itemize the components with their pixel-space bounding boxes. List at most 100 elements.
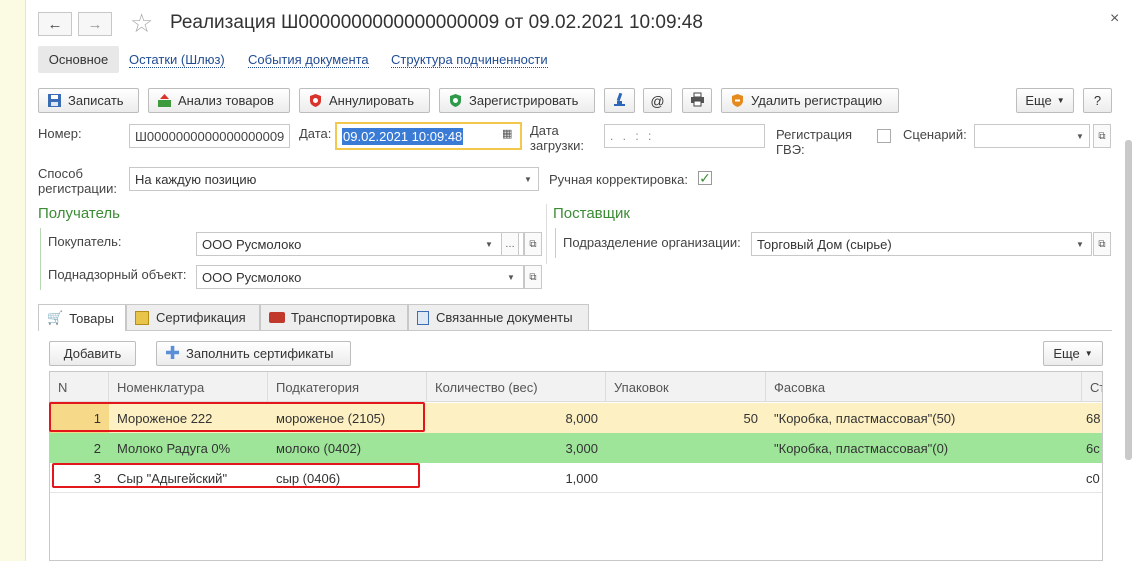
col-nomenclature[interactable]: Номенклатура <box>109 372 268 402</box>
buyer-dropdown-icon[interactable]: ▼ <box>480 232 498 256</box>
load-date-label-2: загрузки: <box>530 138 585 153</box>
scenario-open-icon[interactable]: ⧉ <box>1093 124 1111 148</box>
reg-gve-checkbox[interactable] <box>877 129 891 143</box>
reg-gve-label-1: Регистрация <box>776 127 852 142</box>
tab-related-docs[interactable]: Связанные документы <box>408 304 589 330</box>
forward-button[interactable]: → <box>78 12 112 36</box>
row-st: 68 <box>1086 410 1101 426</box>
table-row[interactable]: 2 Молоко Радуга 0% молоко (0402) 3,000 "… <box>50 433 1102 463</box>
table-more-label: Еще <box>1053 346 1080 361</box>
buyer-select-button[interactable]: … <box>501 232 519 256</box>
division-dropdown-icon[interactable]: ▼ <box>1071 232 1089 256</box>
date-input[interactable]: 09.02.2021 10:09:48 <box>335 122 522 150</box>
col-subcategory[interactable]: Подкатегория <box>268 372 427 402</box>
table-header: N Номенклатура Подкатегория Количество (… <box>50 372 1102 402</box>
delete-registration-label: Удалить регистрацию <box>751 93 883 108</box>
goods-analysis-icon <box>157 93 172 108</box>
email-button[interactable]: @ <box>643 88 672 113</box>
help-button[interactable]: ? <box>1083 88 1112 113</box>
save-button[interactable]: Записать <box>38 88 139 113</box>
certificate-icon <box>135 310 149 325</box>
col-n[interactable]: N <box>50 372 109 402</box>
dropdown-arrow-icon: ▼ <box>1056 96 1065 105</box>
row-packages <box>606 433 766 463</box>
link-events[interactable]: События документа <box>248 52 369 68</box>
star-icon[interactable]: ☆ <box>130 8 153 38</box>
fill-certificates-button[interactable]: ✚ Заполнить сертификаты <box>156 341 351 366</box>
col-packages[interactable]: Упаковок <box>606 372 766 402</box>
number-input[interactable]: Ш0000000000000000009 <box>129 124 290 148</box>
help-label: ? <box>1093 93 1102 108</box>
tab-certification[interactable]: Сертификация <box>126 304 260 330</box>
row-packing: "Коробка, пластмассовая"(0) <box>774 440 949 456</box>
delete-registration-button[interactable]: Удалить регистрацию <box>721 88 899 113</box>
save-label: Записать <box>68 93 124 108</box>
microscope-icon <box>612 92 627 110</box>
date-label: Дата: <box>299 126 332 141</box>
close-icon[interactable]: × <box>1110 10 1119 28</box>
buyer-select[interactable]: ООО Русмолоко <box>196 232 524 256</box>
printer-icon <box>690 92 705 110</box>
register-button[interactable]: Зарегистрировать <box>439 88 595 113</box>
col-st[interactable]: Ст <box>1082 372 1102 402</box>
date-value: 09.02.2021 10:09:48 <box>342 127 464 145</box>
supplier-divider <box>555 228 556 258</box>
method-dropdown-icon[interactable]: ▼ <box>519 167 537 191</box>
row-packages <box>606 463 766 493</box>
division-open-icon[interactable]: ⧉ <box>1093 232 1111 256</box>
load-date-input[interactable]: . . : : <box>604 124 765 148</box>
annul-button[interactable]: Аннулировать <box>299 88 430 113</box>
section-divider <box>546 204 547 264</box>
method-select[interactable]: На каждую позицию <box>129 167 539 191</box>
tab-transport[interactable]: Транспортировка <box>260 304 408 330</box>
tab-goods-label: Товары <box>69 310 114 326</box>
tabs-baseline <box>38 330 1112 331</box>
cart-icon: 🛒 <box>47 310 64 325</box>
division-label: Подразделение организации: <box>563 235 741 250</box>
tab-main[interactable]: Основное <box>38 46 119 73</box>
buyer-open-icon[interactable]: ⧉ <box>524 232 542 256</box>
object-dropdown-icon[interactable]: ▼ <box>502 265 520 289</box>
row-st: 6c <box>1086 440 1100 456</box>
print-button[interactable] <box>682 88 712 113</box>
row-subcategory: молоко (0402) <box>276 440 362 456</box>
back-button[interactable]: ← <box>38 12 72 36</box>
row-st: c0 <box>1086 470 1100 486</box>
manual-checkbox[interactable]: ✓ <box>698 170 712 186</box>
row-nomenclature: Молоко Радуга 0% <box>117 440 231 456</box>
register-label: Зарегистрировать <box>469 93 579 108</box>
table-more-button[interactable]: Еще ▼ <box>1043 341 1103 366</box>
recipient-title: Получатель <box>38 205 120 222</box>
tab-related-docs-label: Связанные документы <box>436 310 573 325</box>
arrow-left-icon: ← <box>47 15 63 33</box>
object-open-icon[interactable]: ⧉ <box>524 265 542 289</box>
analyze-button[interactable]: Анализ товаров <box>148 88 290 113</box>
microscope-button[interactable] <box>604 88 635 113</box>
documents-icon <box>417 310 429 325</box>
calendar-icon[interactable]: ▦ <box>502 127 512 140</box>
supplier-title: Поставщик <box>553 205 630 222</box>
highlight-box-row-1 <box>49 402 425 432</box>
row-packing: "Коробка, пластмассовая"(50) <box>774 410 956 426</box>
annul-label: Аннулировать <box>329 93 414 108</box>
division-select[interactable]: Торговый Дом (сырье) <box>751 232 1092 256</box>
scrollbar[interactable] <box>1125 140 1132 460</box>
link-balances[interactable]: Остатки (Шлюз) <box>129 52 225 68</box>
link-structure[interactable]: Структура подчиненности <box>391 52 548 68</box>
tab-certification-label: Сертификация <box>156 310 246 325</box>
highlight-box-row-3 <box>52 463 420 488</box>
object-select[interactable]: ООО Русмолоко <box>196 265 524 289</box>
add-row-button[interactable]: Добавить <box>49 341 136 366</box>
at-sign-icon: @ <box>650 92 665 109</box>
truck-icon <box>269 312 285 323</box>
recipient-divider <box>40 228 41 290</box>
dropdown-arrow-icon: ▼ <box>1084 349 1093 358</box>
more-button[interactable]: Еще ▼ <box>1016 88 1074 113</box>
scenario-dropdown-icon[interactable]: ▼ <box>1071 124 1089 148</box>
tab-goods[interactable]: 🛒 Товары <box>38 304 126 331</box>
floppy-disk-icon <box>47 93 62 108</box>
col-packing[interactable]: Фасовка <box>766 372 1082 402</box>
col-quantity[interactable]: Количество (вес) <box>427 372 606 402</box>
fill-certificates-label: Заполнить сертификаты <box>186 346 334 361</box>
row-packing <box>766 463 1082 493</box>
